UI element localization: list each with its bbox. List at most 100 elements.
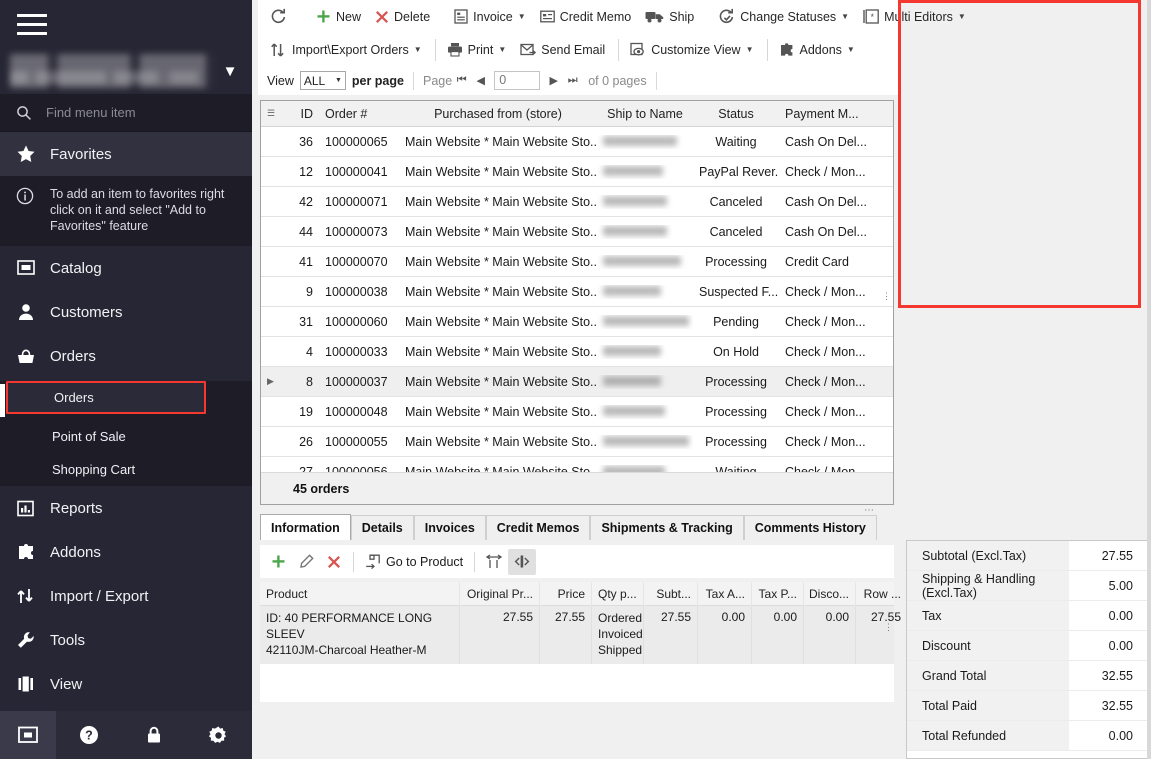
previous-page-button[interactable]: ◀	[471, 74, 490, 87]
cell-status: Canceled	[709, 194, 763, 209]
first-page-button[interactable]: ⏮	[452, 74, 471, 87]
import-export-orders-label: Import\Export Orders	[292, 42, 409, 57]
sidebar-item-shopping-cart[interactable]: Shopping Cart	[0, 453, 252, 486]
lock-icon[interactable]	[122, 711, 186, 759]
sidebar-item-tools[interactable]: Tools	[0, 618, 252, 662]
change-statuses-button[interactable]: Change Statuses ▼	[712, 4, 855, 30]
addons-button[interactable]: Addons ▼	[773, 37, 861, 63]
cell-tax-amount: 0.00	[698, 606, 752, 664]
go-to-product-button[interactable]: Go to Product	[359, 549, 469, 575]
grid-resize-grip[interactable]: ⋮	[882, 291, 891, 302]
window-scrollbar[interactable]	[1147, 0, 1151, 759]
cell-id: 41	[299, 254, 313, 269]
grid-menu-icon[interactable]: ☰	[261, 108, 277, 119]
chevron-down-icon[interactable]: ▼	[216, 63, 244, 80]
table-row[interactable]: 19 100000048 Main Website * Main Website S…	[261, 397, 893, 427]
totals-row: Shipping & Handling (Excl.Tax) 5.00	[907, 571, 1147, 601]
column-header-id[interactable]: ID	[277, 107, 319, 121]
help-icon[interactable]: ?	[56, 711, 122, 759]
grid-resize-grip[interactable]: ⋮	[884, 622, 893, 633]
send-email-button[interactable]: Send Email	[514, 37, 611, 63]
refresh-button[interactable]	[264, 4, 298, 30]
column-header-status[interactable]: Status	[693, 107, 779, 121]
table-row[interactable]: 31 100000060 Main Website * Main Website S…	[261, 307, 893, 337]
table-row[interactable]: 44 100000073 Main Website * Main Website S…	[261, 217, 893, 247]
next-page-button[interactable]: ▶	[544, 74, 563, 87]
sidebar-item-view[interactable]: View	[0, 662, 252, 706]
tab-shipments-tracking[interactable]: Shipments & Tracking	[590, 515, 744, 540]
table-row[interactable]: 26 100000055 Main Website * Main Website S…	[261, 427, 893, 457]
hamburger-menu-icon[interactable]	[17, 14, 47, 36]
ship-button[interactable]: Ship	[639, 4, 700, 30]
sidebar-item-orders-child[interactable]: Orders	[6, 381, 206, 414]
cell-store: Main Website * Main Website Sto...	[405, 374, 597, 389]
sidebar-item-catalog[interactable]: Catalog	[0, 246, 252, 290]
send-email-label: Send Email	[541, 42, 606, 57]
table-row[interactable]: ID: 40 PERFORMANCE LONG SLEEV 42110JM-Ch…	[260, 606, 908, 664]
column-header-tax-percent[interactable]: Tax P...	[752, 581, 804, 606]
column-header-discount[interactable]: Disco...	[804, 581, 856, 606]
sidebar-item-orders[interactable]: Orders	[0, 334, 252, 378]
column-header-order[interactable]: Order #	[319, 107, 399, 121]
account-selector[interactable]: ▼	[0, 48, 252, 94]
truck-icon	[645, 12, 664, 23]
tab-credit-memos[interactable]: Credit Memos	[485, 515, 591, 540]
sidebar-item-favorites[interactable]: Favorites	[0, 132, 252, 176]
search-menu-container[interactable]	[0, 94, 252, 132]
table-row[interactable]: 9 100000038 Main Website * Main Website St…	[261, 277, 893, 307]
table-row[interactable]: 4 100000033 Main Website * Main Website St…	[261, 337, 893, 367]
sidebar-item-customers[interactable]: Customers	[0, 290, 252, 334]
split-view-button[interactable]	[508, 548, 537, 575]
add-product-button[interactable]	[264, 549, 292, 575]
search-input[interactable]	[44, 104, 224, 121]
column-header-original-price[interactable]: Original Pr...	[460, 581, 540, 606]
invoice-button[interactable]: Invoice ▼	[448, 4, 532, 30]
column-header-store[interactable]: Purchased from (store)	[399, 107, 597, 121]
sidebar-item-addons[interactable]: Addons	[0, 530, 252, 574]
table-row[interactable]: 36 100000065 Main Website * Main Website S…	[261, 127, 893, 157]
orders-count-label: 45 orders	[293, 481, 350, 496]
table-row[interactable]: ▶ 8 100000037 Main Website * Main Website S…	[261, 367, 893, 397]
import-export-orders-button[interactable]: Import\Export Orders ▼	[264, 37, 428, 63]
tab-comments-history[interactable]: Comments History	[743, 515, 877, 540]
cell-id: 42	[299, 194, 313, 209]
sidebar-item-reports[interactable]: Reports	[0, 486, 252, 530]
fit-columns-button[interactable]	[480, 549, 508, 575]
customize-view-button[interactable]: Customize View ▼	[624, 37, 759, 63]
archive-icon[interactable]	[0, 711, 56, 759]
table-row[interactable]: 41 100000070 Main Website * Main Website S…	[261, 247, 893, 277]
cell-id: 31	[299, 314, 313, 329]
column-header-qty[interactable]: Qty p...	[592, 581, 644, 606]
tab-invoices[interactable]: Invoices	[413, 515, 486, 540]
column-header-payment-method[interactable]: Payment M...	[779, 107, 879, 121]
column-header-price[interactable]: Price	[540, 581, 592, 606]
gear-icon[interactable]	[186, 711, 250, 759]
tab-details[interactable]: Details	[350, 515, 414, 540]
column-header-row-total[interactable]: Row ...	[856, 581, 908, 606]
column-header-subtotal[interactable]: Subt...	[644, 581, 698, 606]
column-header-tax-amount[interactable]: Tax A...	[698, 581, 752, 606]
print-button[interactable]: Print ▼	[441, 37, 513, 63]
delete-button[interactable]: Delete	[369, 4, 436, 30]
cell-ship-to-name	[597, 315, 693, 329]
cell-status: Processing	[705, 404, 767, 419]
column-header-product[interactable]: Product	[260, 581, 460, 606]
sidebar-item-label: Customers	[50, 303, 123, 321]
remove-product-button[interactable]	[320, 549, 348, 575]
table-row[interactable]: 42 100000071 Main Website * Main Website S…	[261, 187, 893, 217]
sidebar-item-import-export[interactable]: Import / Export	[0, 574, 252, 618]
per-page-select[interactable]: ALL ▼	[299, 71, 346, 90]
sidebar-item-point-of-sale[interactable]: Point of Sale	[0, 420, 252, 453]
cell-store: Main Website * Main Website Sto...	[405, 284, 597, 299]
page-number-input[interactable]: 0	[494, 71, 541, 90]
last-page-button[interactable]: ⏭	[563, 74, 582, 87]
multi-editors-button[interactable]: * Multi Editors ▼	[857, 4, 972, 30]
column-header-ship-to-name[interactable]: Ship to Name	[597, 107, 693, 121]
table-row[interactable]: 12 100000041 Main Website * Main Website S…	[261, 157, 893, 187]
edit-product-button[interactable]	[292, 549, 320, 575]
new-button[interactable]: New	[310, 4, 367, 30]
sidebar-item-label: Addons	[50, 543, 101, 561]
tab-information[interactable]: Information	[260, 514, 351, 540]
credit-memo-button[interactable]: Credit Memo	[534, 4, 638, 30]
totals-label: Tax	[907, 601, 1069, 630]
